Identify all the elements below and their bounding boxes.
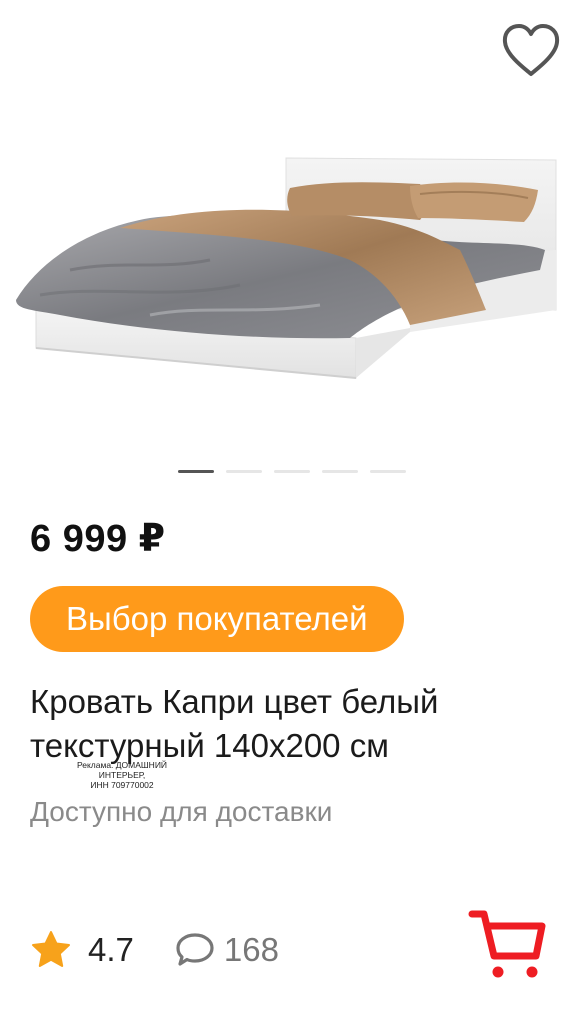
add-to-cart-button[interactable] [468,904,550,986]
ad-disclaimer-line: Реклама. ДОМАШНИЙ ИНТЕРЬЕР, [76,760,168,780]
comment-icon [176,933,214,966]
heart-outline-icon [502,24,560,76]
rating-value: 4.7 [88,931,134,968]
carousel-dot[interactable] [178,470,214,473]
product-price: 6 999 ₽ [30,518,166,560]
reviews-link[interactable]: 168 [174,931,279,969]
product-title[interactable]: Кровать Капри цвет белый текстурный 140х… [30,680,550,768]
product-meta: 4.7 168 [30,926,279,974]
favorite-button[interactable] [500,22,562,80]
shopping-cart-icon [468,910,546,978]
carousel-dot[interactable] [322,470,358,473]
carousel-dot[interactable] [226,470,262,473]
product-card[interactable]: 6 999 ₽ Выбор покупателей Кровать Капри … [0,0,582,1034]
ad-disclaimer: Реклама. ДОМАШНИЙ ИНТЕРЬЕР, ИНН 70977000… [62,760,182,790]
review-count: 168 [223,931,279,968]
customers-choice-badge: Выбор покупателей [30,586,404,652]
carousel-dot[interactable] [274,470,310,473]
availability-status: Доступно для доставки [30,796,333,827]
ad-disclaimer-line: ИНН 709770002 [90,780,154,790]
carousel-dot[interactable] [370,470,406,473]
star-icon [32,931,70,967]
product-image[interactable] [0,110,582,440]
bed-illustration [16,157,557,379]
carousel-indicator [178,470,406,476]
